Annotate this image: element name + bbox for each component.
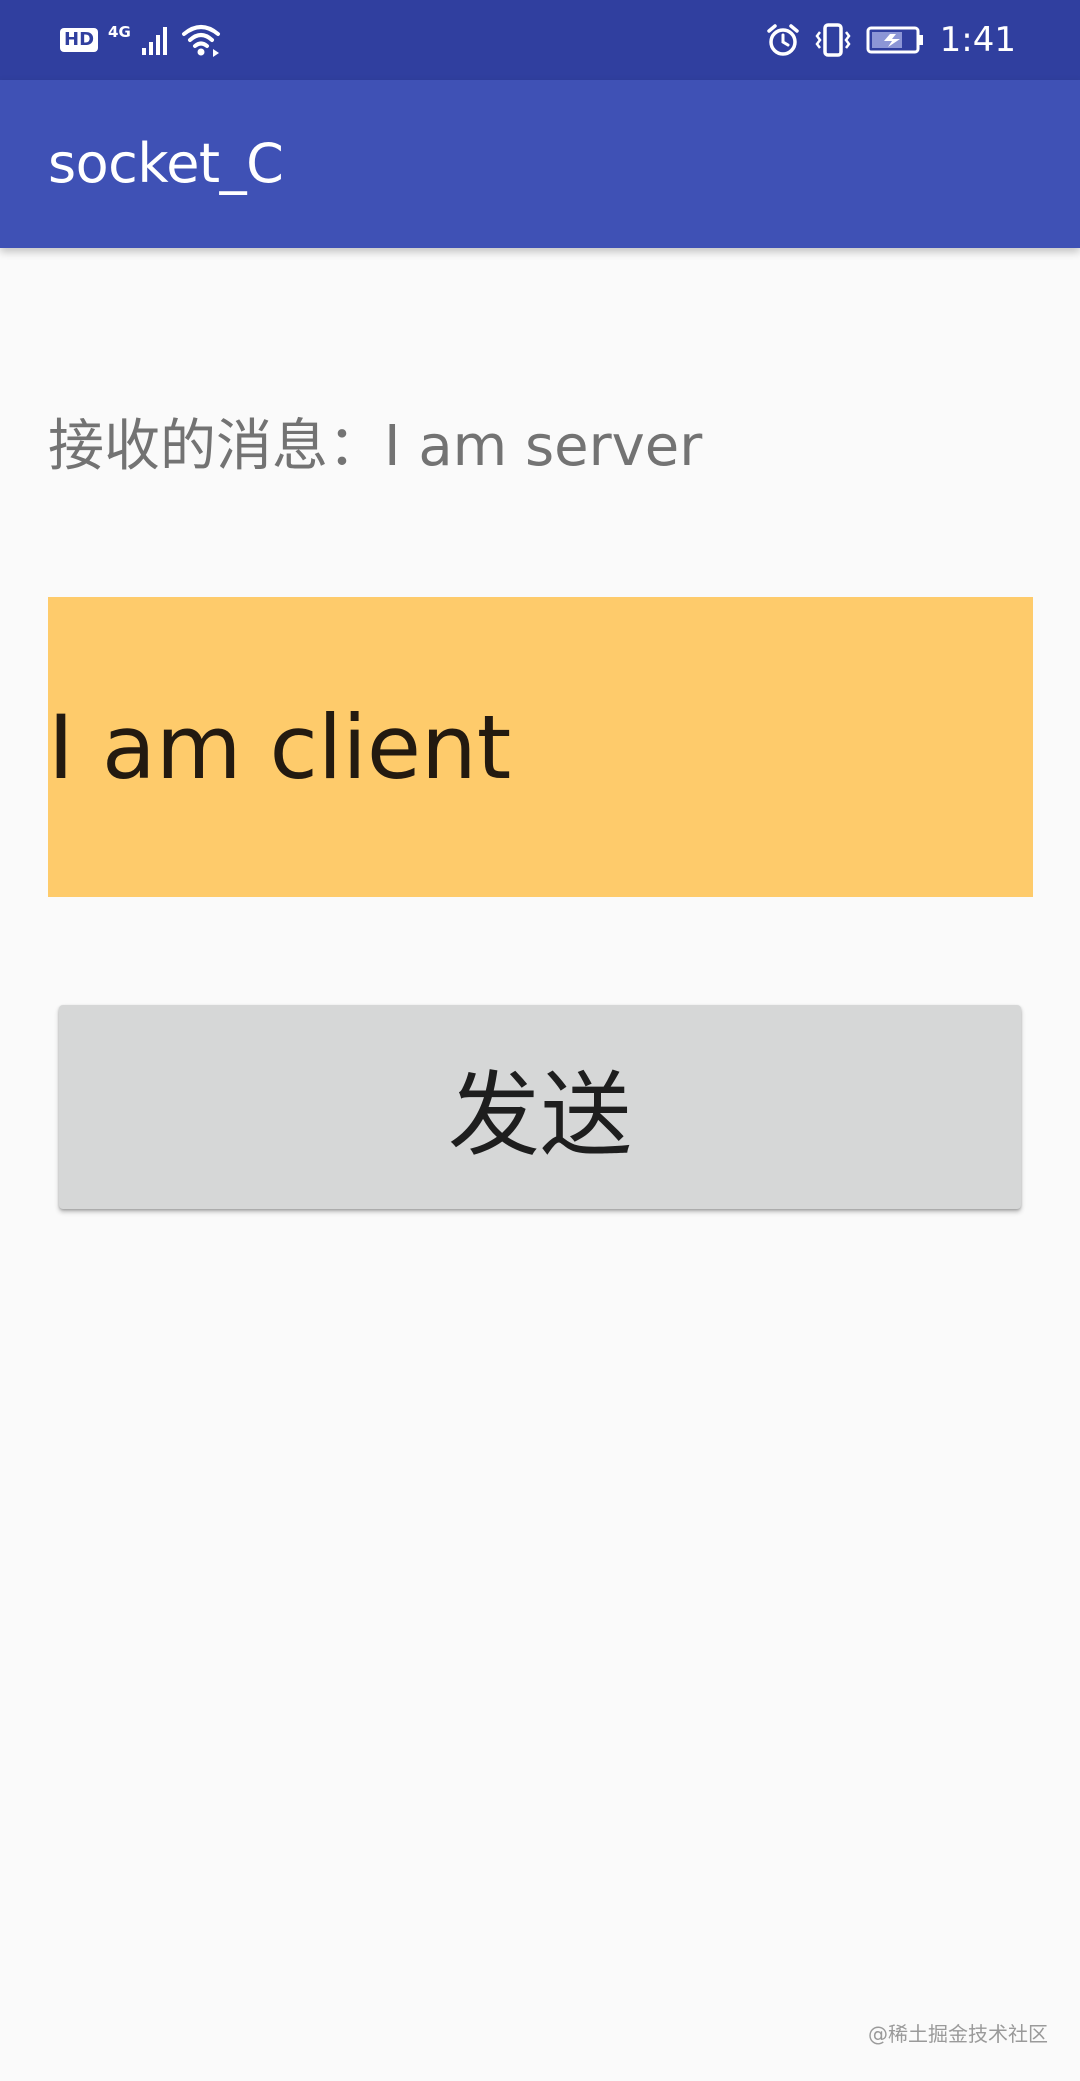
app-bar: socket_C — [0, 80, 1080, 248]
send-button[interactable]: 发送 — [59, 1005, 1021, 1209]
battery-charging-icon — [866, 25, 926, 55]
status-time: 1:41 — [939, 20, 1016, 60]
hd-icon: HD — [60, 28, 99, 52]
network-type-label: 4G — [108, 23, 131, 41]
status-left-group: HD 4G — [60, 18, 221, 62]
vibrate-icon — [814, 23, 852, 57]
alarm-icon — [766, 23, 800, 57]
received-message-label: 接收的消息：I am server — [48, 414, 703, 479]
watermark: @稀土掘金技术社区 — [868, 2022, 1048, 2046]
wifi-icon — [181, 23, 221, 57]
status-right-group: 1:41 — [766, 14, 1016, 66]
app-title: socket_C — [48, 132, 284, 195]
signal-icon — [141, 24, 171, 56]
status-bar: HD 4G 1:41 — [0, 0, 1080, 80]
message-input[interactable] — [48, 597, 1033, 897]
